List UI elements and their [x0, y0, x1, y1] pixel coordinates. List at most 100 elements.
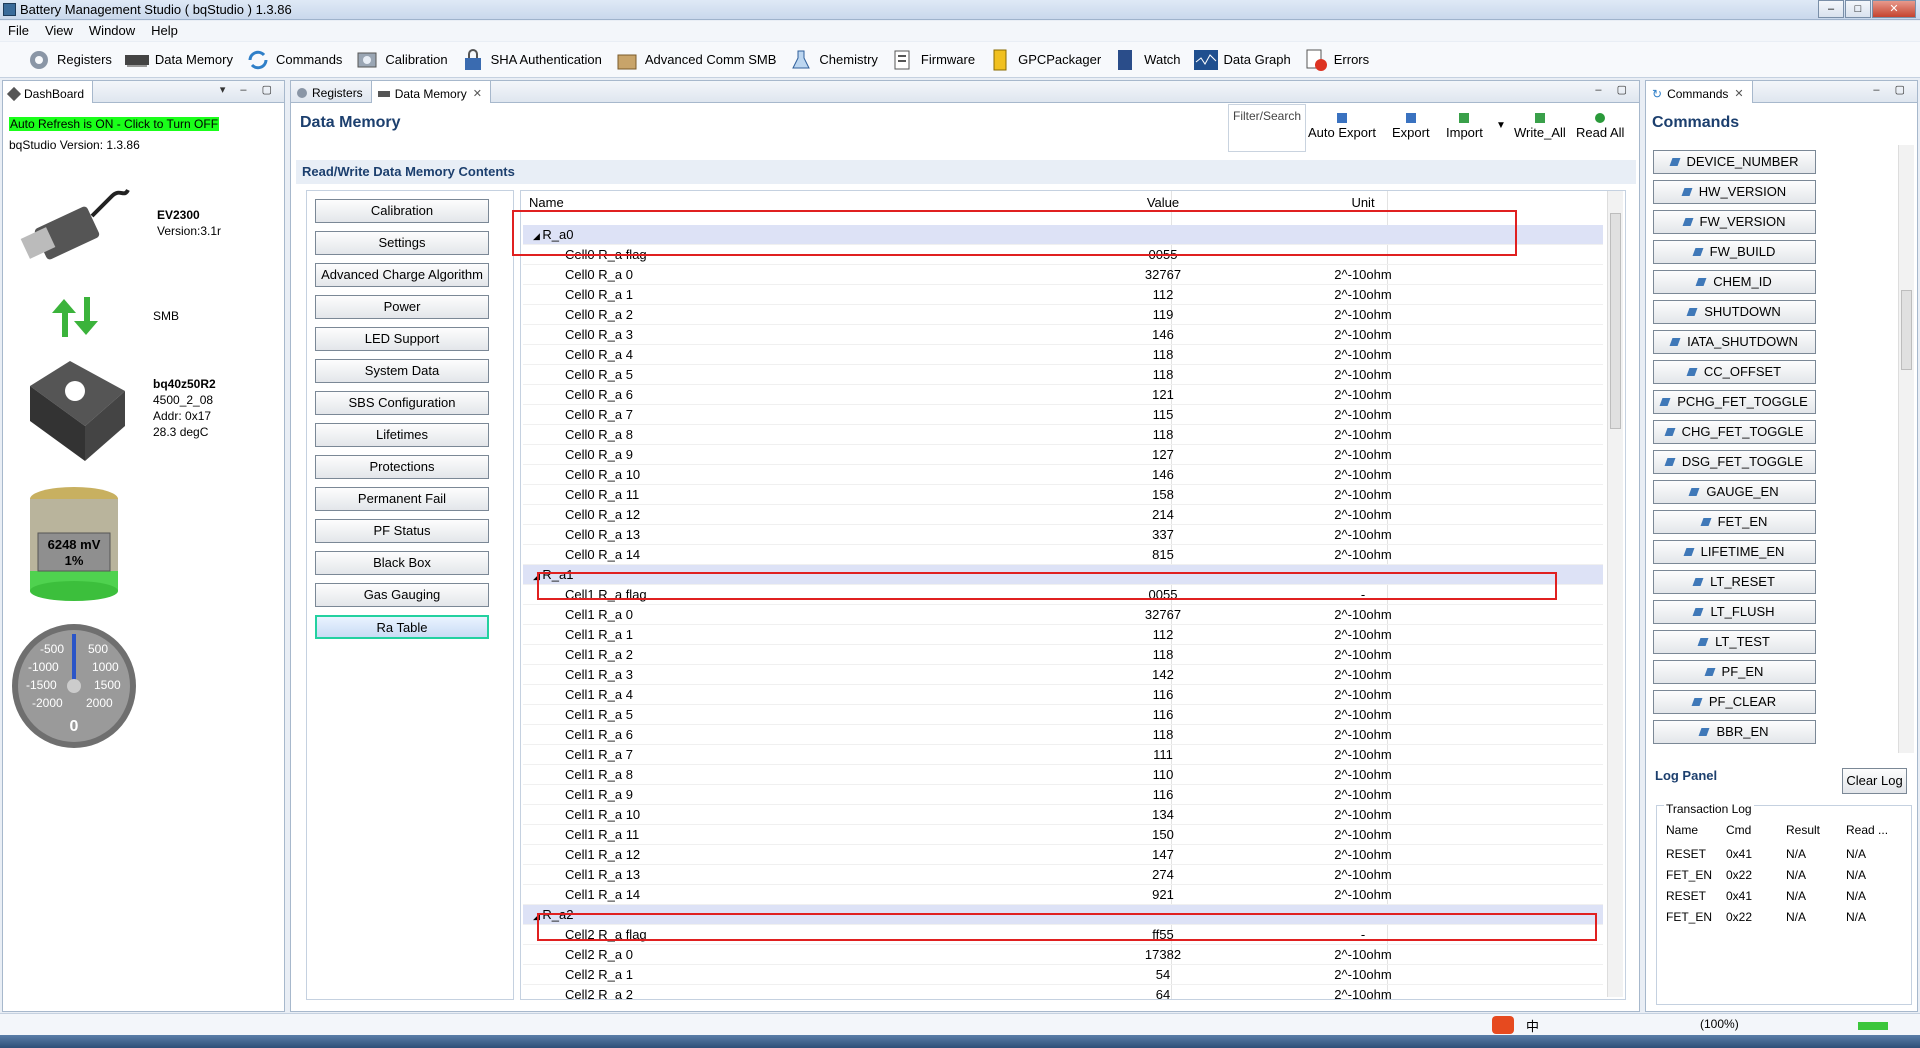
- nav-button-led-support[interactable]: LED Support: [315, 327, 489, 351]
- tab-dashboard[interactable]: DashBoard: [3, 81, 94, 103]
- cell-value[interactable]: 118: [1083, 367, 1243, 382]
- cell-value[interactable]: 116: [1083, 707, 1243, 722]
- table-row[interactable]: Cell1 R_a 1 112 2^-10ohm: [523, 625, 1603, 645]
- table-row[interactable]: Cell1 R_a 0 32767 2^-10ohm: [523, 605, 1603, 625]
- toolbar-watch[interactable]: Watch: [1113, 47, 1181, 73]
- table-row[interactable]: Cell0 R_a 14 815 2^-10ohm: [523, 545, 1603, 565]
- ime-language[interactable]: 中: [1526, 1016, 1539, 1035]
- cell-value[interactable]: 118: [1083, 647, 1243, 662]
- auto-export-button[interactable]: Auto Export: [1308, 113, 1376, 140]
- command-button-iata-shutdown[interactable]: IATA_SHUTDOWN: [1653, 330, 1816, 354]
- command-button-pf-clear[interactable]: PF_CLEAR: [1653, 690, 1816, 714]
- command-button-hw-version[interactable]: HW_VERSION: [1653, 180, 1816, 204]
- import-button[interactable]: Import: [1446, 113, 1483, 140]
- cell-value[interactable]: 119: [1083, 307, 1243, 322]
- toolbar-registers[interactable]: Registers: [26, 47, 112, 73]
- cell-value[interactable]: 134: [1083, 807, 1243, 822]
- maximize-button[interactable]: □: [1845, 0, 1871, 18]
- table-row[interactable]: Cell1 R_a 3 142 2^-10ohm: [523, 665, 1603, 685]
- toolbar-firmware[interactable]: Firmware: [890, 47, 975, 73]
- table-row[interactable]: Cell2 R_a 1 54 2^-10ohm: [523, 965, 1603, 985]
- cell-value[interactable]: 127: [1083, 447, 1243, 462]
- nav-button-gas-gauging[interactable]: Gas Gauging: [315, 583, 489, 607]
- command-button-cc-offset[interactable]: CC_OFFSET: [1653, 360, 1816, 384]
- cell-value[interactable]: 116: [1083, 787, 1243, 802]
- export-button[interactable]: Export: [1392, 113, 1430, 140]
- cell-value[interactable]: 112: [1083, 627, 1243, 642]
- table-row[interactable]: Cell1 R_a 12 147 2^-10ohm: [523, 845, 1603, 865]
- table-row[interactable]: Cell1 R_a 7 111 2^-10ohm: [523, 745, 1603, 765]
- command-button-device-number[interactable]: DEVICE_NUMBER: [1653, 150, 1816, 174]
- tab-registers[interactable]: Registers: [291, 81, 372, 102]
- menu-view[interactable]: View: [37, 21, 81, 41]
- command-button-lt-test[interactable]: LT_TEST: [1653, 630, 1816, 654]
- commands-scrollbar[interactable]: [1898, 145, 1914, 753]
- auto-refresh-toggle[interactable]: Auto Refresh is ON - Click to Turn OFF: [9, 117, 220, 131]
- cell-value[interactable]: 54: [1083, 967, 1243, 982]
- table-row[interactable]: Cell0 R_a 12 214 2^-10ohm: [523, 505, 1603, 525]
- table-row[interactable]: Cell0 R_a 6 121 2^-10ohm: [523, 385, 1603, 405]
- nav-button-sbs-configuration[interactable]: SBS Configuration: [315, 391, 489, 415]
- command-button-fw-build[interactable]: FW_BUILD: [1653, 240, 1816, 264]
- nav-button-lifetimes[interactable]: Lifetimes: [315, 423, 489, 447]
- panel-controls[interactable]: – ▢: [1595, 83, 1633, 96]
- table-row[interactable]: Cell1 R_a 9 116 2^-10ohm: [523, 785, 1603, 805]
- scrollbar-thumb[interactable]: [1901, 290, 1912, 370]
- command-button-lt-flush[interactable]: LT_FLUSH: [1653, 600, 1816, 624]
- command-button-pf-en[interactable]: PF_EN: [1653, 660, 1816, 684]
- table-row[interactable]: Cell0 R_a 7 115 2^-10ohm: [523, 405, 1603, 425]
- toolbar-data-memory[interactable]: Data Memory: [124, 47, 233, 73]
- cell-value[interactable]: 214: [1083, 507, 1243, 522]
- cell-value[interactable]: 112: [1083, 287, 1243, 302]
- tab-data-memory[interactable]: Data Memory ✕: [371, 81, 491, 103]
- table-row[interactable]: Cell1 R_a 5 116 2^-10ohm: [523, 705, 1603, 725]
- table-row[interactable]: Cell1 R_a 10 134 2^-10ohm: [523, 805, 1603, 825]
- table-row[interactable]: Cell1 R_a 8 110 2^-10ohm: [523, 765, 1603, 785]
- cell-value[interactable]: 815: [1083, 547, 1243, 562]
- nav-button-advanced-charge-algorithm[interactable]: Advanced Charge Algorithm: [315, 263, 489, 287]
- cell-value[interactable]: 111: [1083, 747, 1243, 762]
- command-button-chg-fet-toggle[interactable]: CHG_FET_TOGGLE: [1653, 420, 1816, 444]
- toolbar-errors[interactable]: Errors: [1303, 47, 1369, 73]
- command-button-chem-id[interactable]: CHEM_ID: [1653, 270, 1816, 294]
- table-row[interactable]: Cell0 R_a 4 118 2^-10ohm: [523, 345, 1603, 365]
- ime-logo-icon[interactable]: [1492, 1016, 1514, 1034]
- table-row[interactable]: Cell0 R_a 3 146 2^-10ohm: [523, 325, 1603, 345]
- cell-value[interactable]: 921: [1083, 887, 1243, 902]
- nav-button-black-box[interactable]: Black Box: [315, 551, 489, 575]
- command-button-lifetime-en[interactable]: LIFETIME_EN: [1653, 540, 1816, 564]
- command-button-fw-version[interactable]: FW_VERSION: [1653, 210, 1816, 234]
- cell-value[interactable]: 146: [1083, 467, 1243, 482]
- cell-value[interactable]: 118: [1083, 727, 1243, 742]
- chevron-down-icon[interactable]: ▼: [1496, 120, 1506, 131]
- write-all-button[interactable]: Write_All: [1514, 113, 1566, 140]
- panel-controls[interactable]: ▾ – ▢: [220, 83, 278, 96]
- command-button-gauge-en[interactable]: GAUGE_EN: [1653, 480, 1816, 504]
- table-row[interactable]: Cell0 R_a 5 118 2^-10ohm: [523, 365, 1603, 385]
- toolbar-calibration[interactable]: Calibration: [354, 47, 448, 73]
- toolbar-data-graph[interactable]: Data Graph: [1193, 47, 1291, 73]
- cell-value[interactable]: 150: [1083, 827, 1243, 842]
- table-row[interactable]: Cell0 R_a 8 118 2^-10ohm: [523, 425, 1603, 445]
- toolbar-advanced-comm-smb[interactable]: Advanced Comm SMB: [614, 47, 776, 73]
- command-button-shutdown[interactable]: SHUTDOWN: [1653, 300, 1816, 324]
- menu-help[interactable]: Help: [143, 21, 186, 41]
- nav-button-ra-table[interactable]: Ra Table: [315, 615, 489, 639]
- clear-log-button[interactable]: Clear Log: [1842, 768, 1907, 794]
- table-row[interactable]: Cell1 R_a 4 116 2^-10ohm: [523, 685, 1603, 705]
- table-row[interactable]: Cell0 R_a 2 119 2^-10ohm: [523, 305, 1603, 325]
- cell-value[interactable]: 146: [1083, 327, 1243, 342]
- menu-file[interactable]: File: [0, 21, 37, 41]
- cell-value[interactable]: 64: [1083, 987, 1243, 999]
- toolbar-chemistry[interactable]: Chemistry: [788, 47, 878, 73]
- command-button-pchg-fet-toggle[interactable]: PCHG_FET_TOGGLE: [1653, 390, 1816, 414]
- cell-value[interactable]: 158: [1083, 487, 1243, 502]
- cell-value[interactable]: 147: [1083, 847, 1243, 862]
- cell-value[interactable]: 115: [1083, 407, 1243, 422]
- minimize-button[interactable]: –: [1818, 0, 1844, 18]
- table-scrollbar[interactable]: [1607, 191, 1623, 997]
- column-header-value[interactable]: Value: [1083, 195, 1243, 210]
- tab-commands[interactable]: ↻ Commands ✕: [1646, 81, 1753, 103]
- read-all-button[interactable]: Read All: [1576, 113, 1624, 140]
- toolbar-gpcpackager[interactable]: GPCPackager: [987, 47, 1101, 73]
